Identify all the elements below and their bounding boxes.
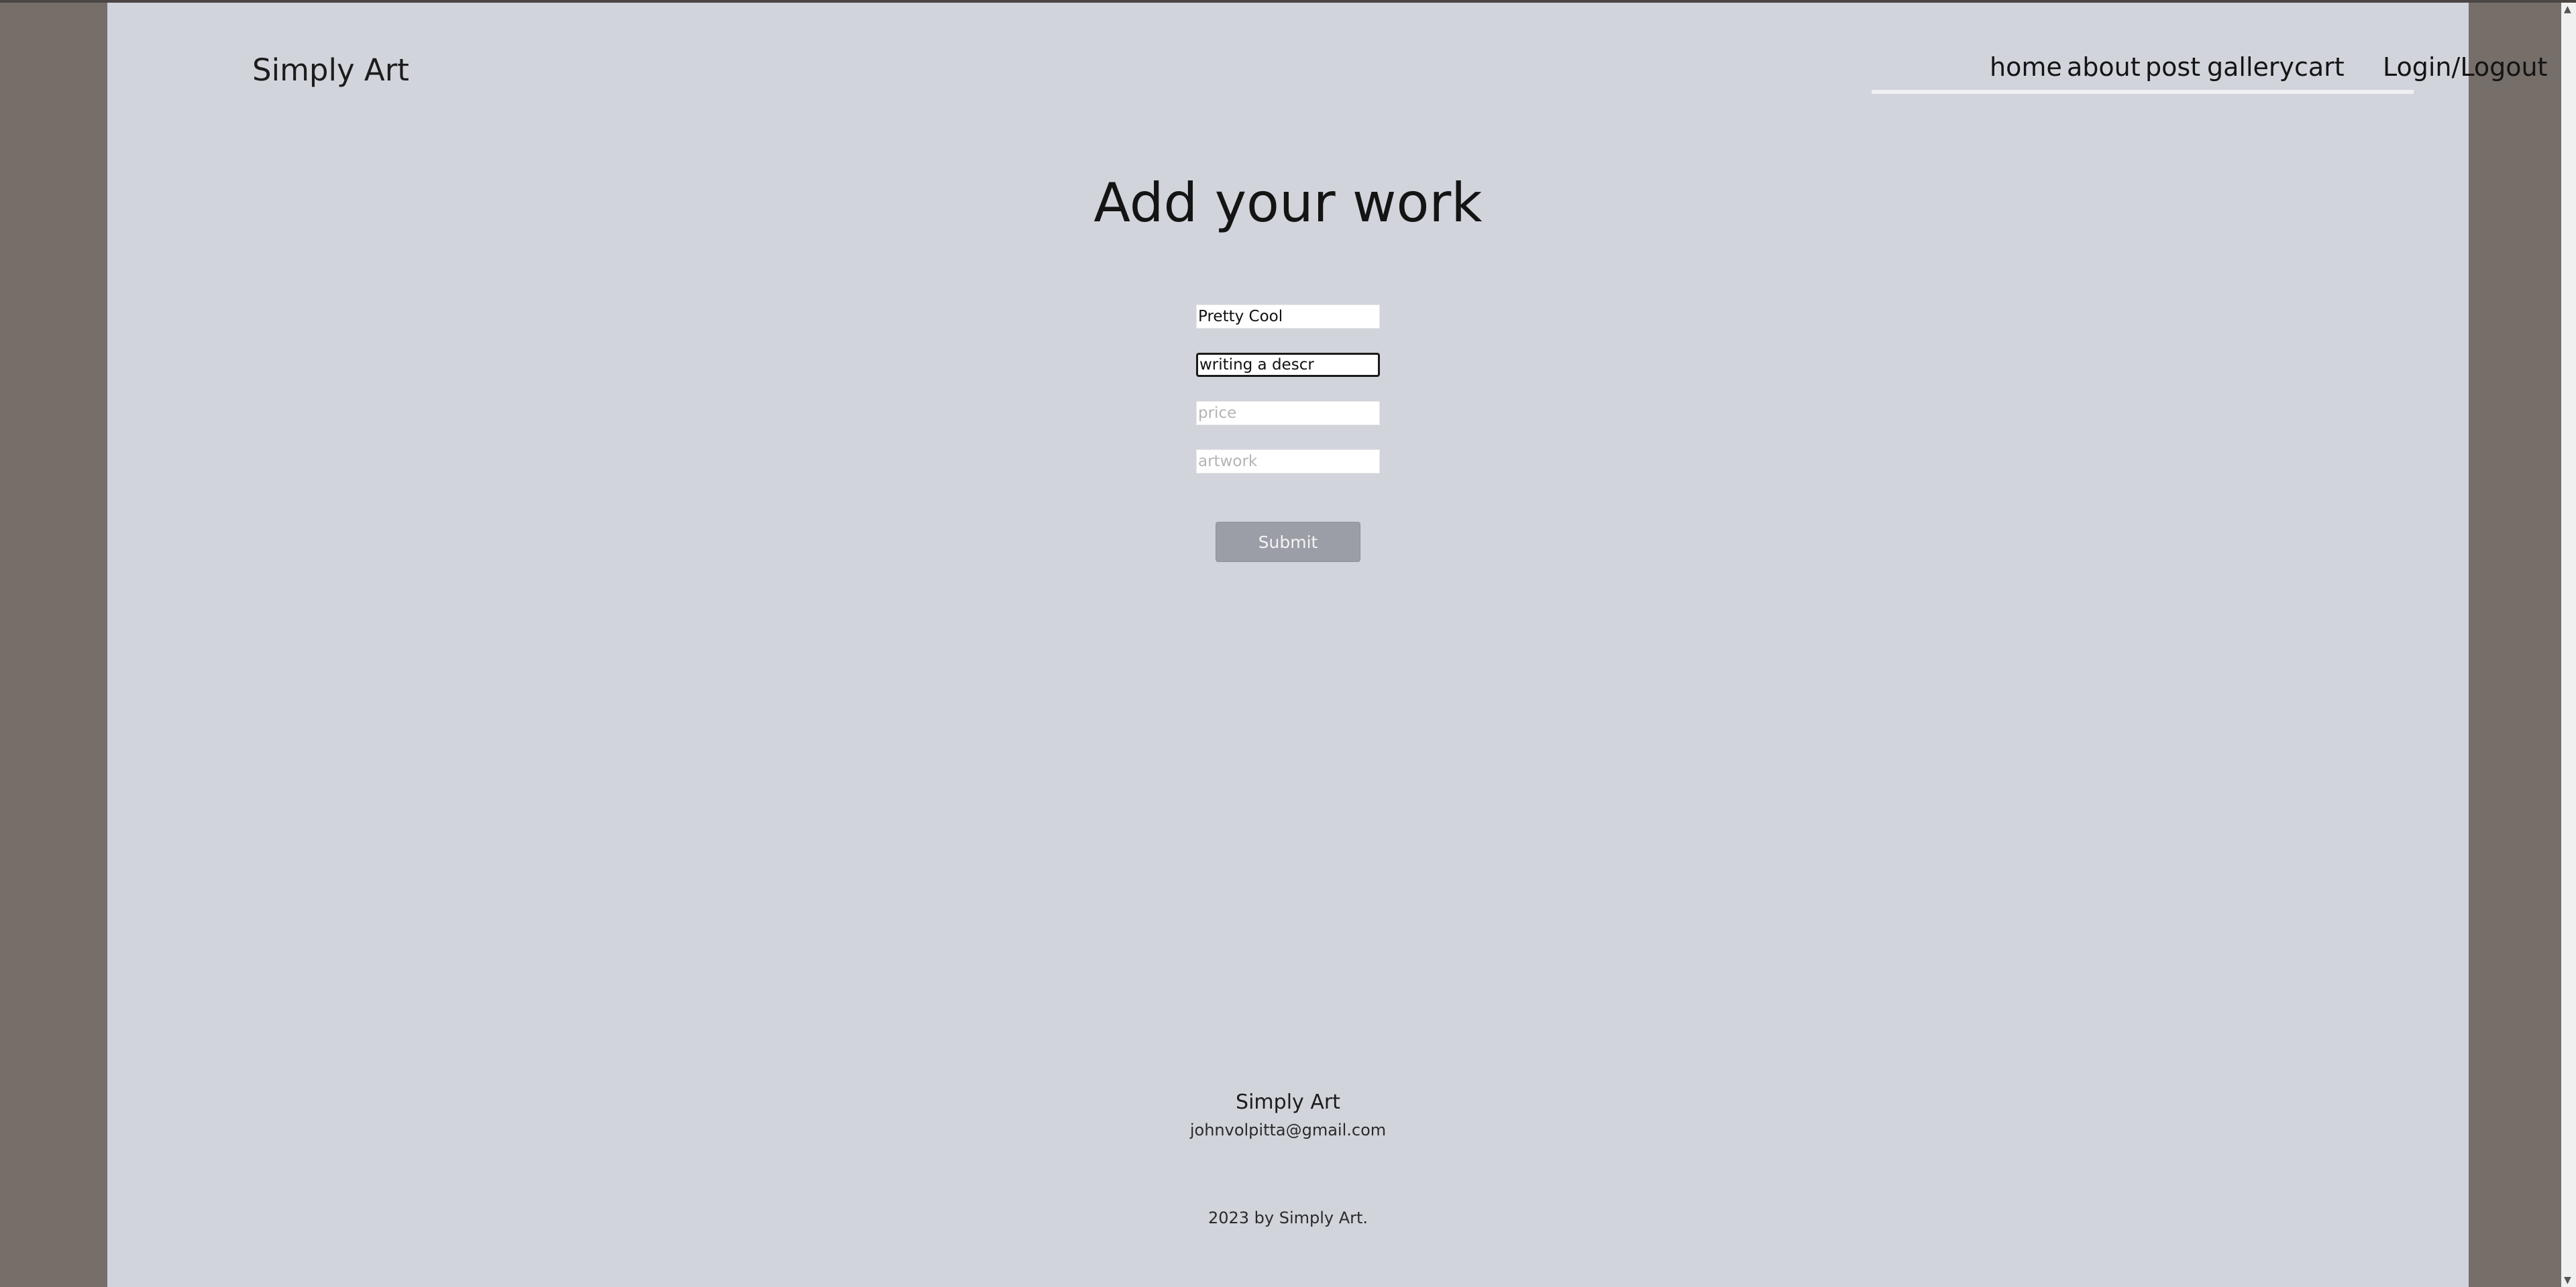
nav-item-about[interactable]: about: [2067, 52, 2141, 82]
description-input[interactable]: [1196, 353, 1380, 377]
page-container: Simply Art home about post gallery cart …: [107, 3, 2547, 1287]
nav-item-home[interactable]: home: [1990, 52, 2062, 82]
scroll-up-arrow-icon[interactable]: ▲: [2564, 4, 2571, 15]
nav-item-login-logout[interactable]: Login/Logout: [2383, 52, 2547, 82]
nav-item-post[interactable]: post: [2145, 52, 2200, 82]
vertical-scrollbar[interactable]: ▲ ▼: [2561, 3, 2576, 1287]
nav-item-cart[interactable]: cart: [2294, 52, 2345, 82]
artwork-input[interactable]: [1196, 449, 1380, 473]
scroll-down-arrow-icon[interactable]: ▼: [2564, 1275, 2571, 1286]
site-logo[interactable]: Simply Art: [252, 52, 409, 88]
main-nav: home about post gallery cart Login/Logou…: [1872, 50, 2547, 94]
page-title: Add your work: [1093, 172, 1483, 234]
nav-item-gallery[interactable]: gallery: [2207, 52, 2294, 82]
submit-button[interactable]: Submit: [1216, 522, 1360, 562]
title-input[interactable]: [1196, 304, 1380, 329]
price-input[interactable]: [1196, 401, 1380, 425]
footer-email: johnvolpitta@gmail.com: [1189, 1121, 1387, 1139]
footer-site-name: Simply Art: [1236, 1090, 1340, 1114]
footer-copyright: 2023 by Simply Art.: [1208, 1209, 1368, 1227]
